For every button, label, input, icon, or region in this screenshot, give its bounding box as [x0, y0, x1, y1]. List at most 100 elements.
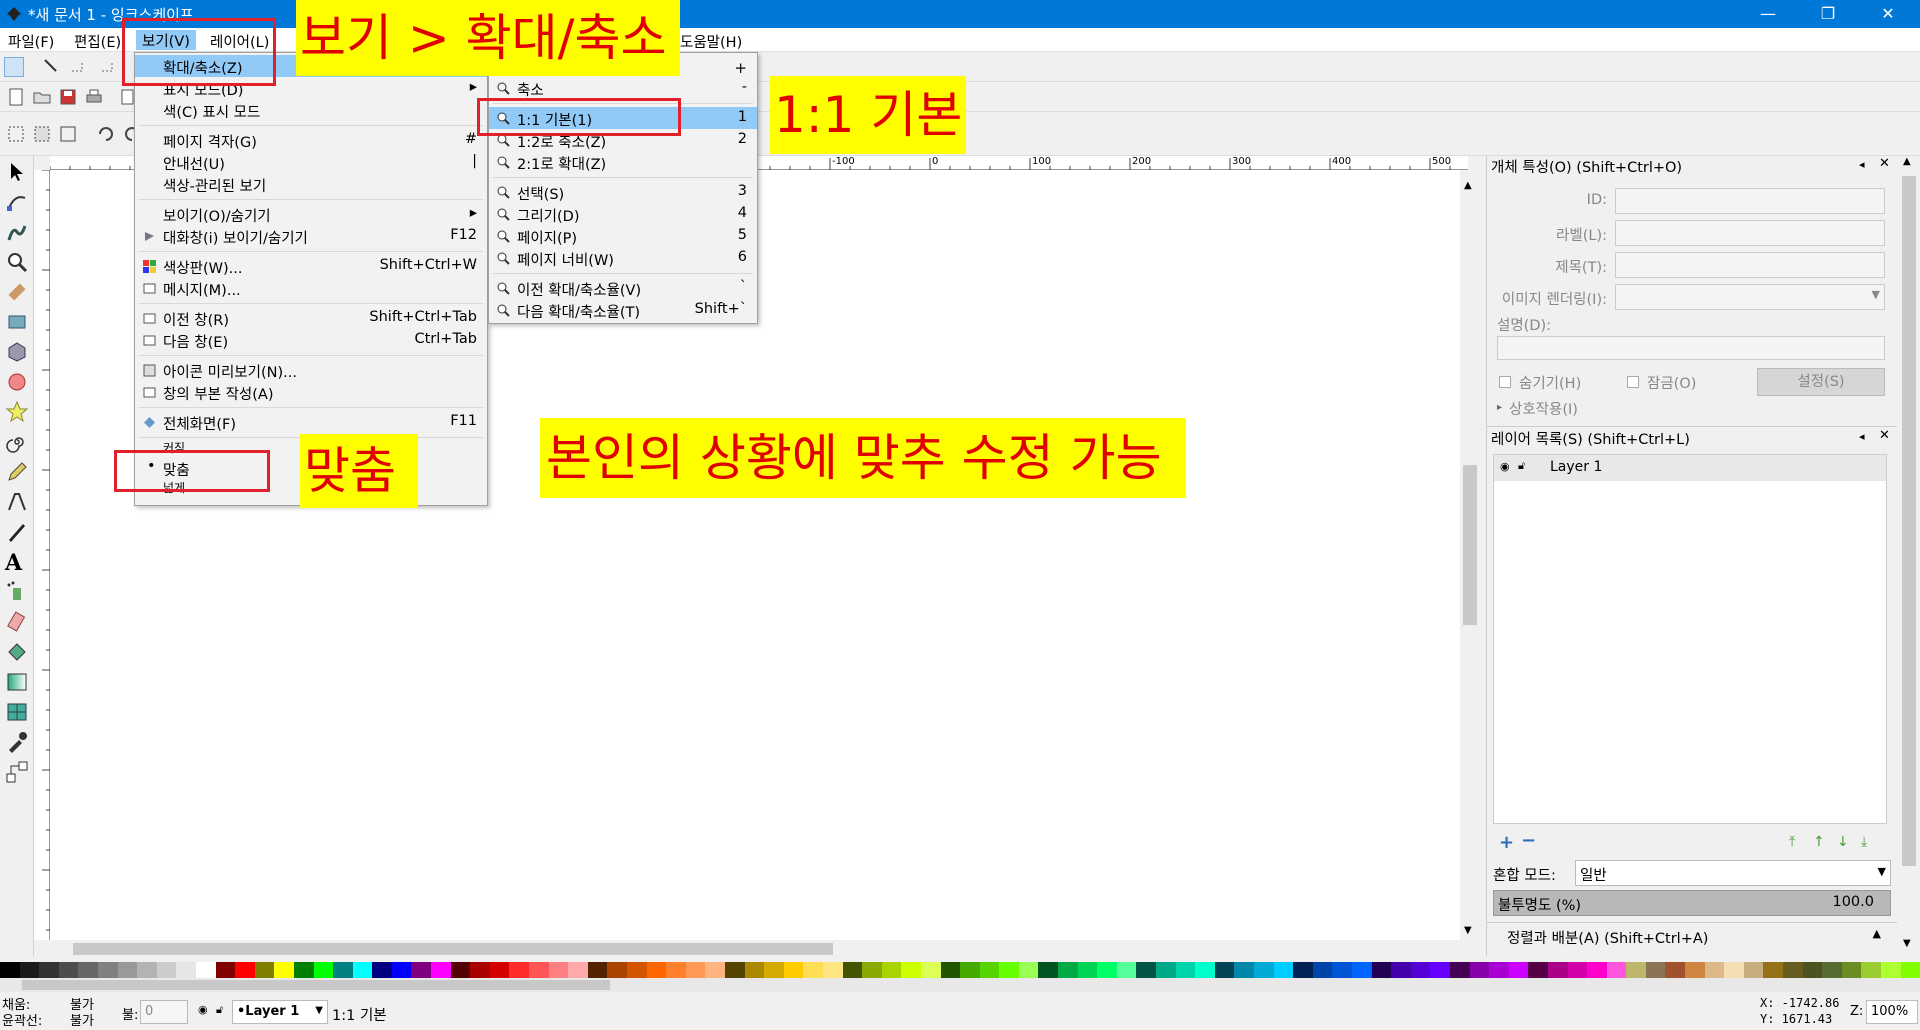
spiral-tool-icon[interactable] [5, 430, 29, 454]
palette-scrollbar[interactable] [0, 978, 1920, 992]
stroke-value[interactable]: 불가 [70, 1010, 94, 1029]
palette-swatch[interactable] [352, 962, 373, 978]
paint-bucket-tool-icon[interactable] [5, 640, 29, 664]
palette-swatch[interactable] [1763, 962, 1784, 978]
palette-swatch[interactable] [862, 962, 882, 978]
palette-swatch[interactable] [215, 962, 236, 978]
palette-swatch[interactable] [1881, 962, 1901, 978]
add-layer-icon[interactable]: + [1499, 832, 1514, 853]
opacity-slider[interactable]: 불투명도 (%) 100.0 [1493, 890, 1891, 916]
opacity-spinbox[interactable]: 0 [140, 1000, 188, 1024]
hide-checkbox[interactable] [1499, 376, 1511, 388]
palette-swatch[interactable] [1489, 962, 1509, 978]
palette-swatch[interactable] [117, 962, 138, 978]
palette-swatch[interactable] [470, 962, 490, 978]
open-folder-icon[interactable] [32, 87, 52, 107]
palette-swatch[interactable] [901, 962, 921, 978]
palette-swatch[interactable] [881, 962, 902, 978]
menu-edit[interactable]: 편집(E) [74, 31, 121, 52]
palette-swatch[interactable] [1391, 962, 1411, 978]
palette-swatch[interactable] [1195, 962, 1215, 978]
snap-corner-icon[interactable] [68, 57, 88, 77]
palette-swatch[interactable] [1293, 962, 1313, 978]
palette-swatch[interactable] [666, 962, 686, 978]
eye-icon[interactable]: ◉ [1500, 460, 1510, 473]
palette-swatch[interactable] [1783, 962, 1803, 978]
snap-bbox-icon[interactable] [42, 57, 62, 77]
menu-item-show-hide[interactable]: 보이기(O)/숨기기 ▸ [135, 203, 487, 225]
menu-file[interactable]: 파일(F) [8, 31, 54, 52]
palette-swatch[interactable] [1214, 962, 1235, 978]
menu-item-guides[interactable]: 안내선(U) | [135, 151, 487, 173]
menu-item-page-grid[interactable]: 페이지 격자(G) # [135, 129, 487, 151]
palette-swatch[interactable] [1822, 962, 1842, 978]
menu-item-previous-window[interactable]: 이전 창(R) Shift+Ctrl+Tab [135, 307, 487, 329]
palette-swatch[interactable] [333, 962, 353, 978]
pencil-tool-icon[interactable] [5, 460, 29, 484]
palette-swatch[interactable] [1508, 962, 1529, 978]
snap-toggle-icon[interactable] [4, 57, 24, 77]
palette-swatch[interactable] [391, 962, 412, 978]
palette-swatch[interactable] [39, 962, 59, 978]
palette-swatch[interactable] [1704, 962, 1725, 978]
palette-swatch[interactable] [842, 962, 863, 978]
ellipse-tool-icon[interactable] [5, 370, 29, 394]
palette-swatch[interactable] [1136, 962, 1157, 978]
palette-scroll-thumb[interactable] [22, 980, 610, 990]
palette-swatch[interactable] [1665, 962, 1686, 978]
menu-help[interactable]: 도움말(H) [680, 31, 742, 52]
palette-swatch[interactable] [764, 962, 784, 978]
horizontal-scrollbar[interactable] [50, 940, 1460, 958]
snap-midpoint-icon[interactable] [98, 57, 118, 77]
palette-swatch[interactable] [979, 962, 1000, 978]
palette-swatch[interactable] [548, 962, 569, 978]
dropper-tool-icon[interactable] [5, 730, 29, 754]
palette-swatch[interactable] [411, 962, 432, 978]
scroll-up-icon[interactable]: ▲ [1464, 180, 1472, 191]
palette-swatch[interactable] [1861, 962, 1881, 978]
palette-swatch[interactable] [1156, 962, 1176, 978]
palette-swatch[interactable] [1058, 962, 1078, 978]
panel-close-icon[interactable]: ✕ [1879, 428, 1890, 443]
palette-swatch[interactable] [1273, 962, 1294, 978]
menu-item-zoom-selection[interactable]: 선택(S) 3 [489, 181, 757, 203]
palette-swatch[interactable] [1626, 962, 1646, 978]
expander-icon[interactable]: ▸ [1497, 402, 1502, 413]
palette-swatch[interactable] [1528, 962, 1548, 978]
palette-swatch[interactable] [78, 962, 98, 978]
dock-scroll-thumb[interactable] [1902, 176, 1916, 866]
selector-tool-icon[interactable] [5, 160, 29, 184]
panel-iconify-icon[interactable]: ◂ [1859, 430, 1865, 443]
palette-swatch[interactable] [1645, 962, 1666, 978]
menu-item-zoom-page-width[interactable]: 페이지 너비(W) 6 [489, 247, 757, 269]
text-tool-icon[interactable]: A [5, 550, 29, 576]
menu-item-swatches[interactable]: 색상판(W)... Shift+Ctrl+W [135, 255, 487, 277]
save-icon[interactable] [58, 87, 78, 107]
zoom-field[interactable]: 100% [1866, 1000, 1918, 1024]
id-field[interactable] [1615, 188, 1885, 214]
select-all-layers-icon[interactable] [32, 124, 52, 144]
palette-swatch[interactable] [705, 962, 725, 978]
palette-swatch[interactable] [137, 962, 157, 978]
palette-swatch[interactable] [1567, 962, 1588, 978]
menu-item-fullscreen[interactable]: 전체화면(F) F11 [135, 411, 487, 433]
zoom-tool-icon[interactable] [5, 250, 29, 274]
current-layer-select[interactable]: •Layer 1 ▼ [232, 1000, 328, 1024]
mesh-tool-icon[interactable] [5, 700, 29, 724]
palette-swatch[interactable] [1606, 962, 1627, 978]
palette-swatch[interactable] [1430, 962, 1450, 978]
vertical-scrollbar[interactable]: ▲ ▼ [1460, 170, 1480, 940]
zoom-in-plus[interactable]: + [734, 59, 747, 77]
rectangle-tool-icon[interactable] [5, 310, 29, 334]
calligraphy-tool-icon[interactable] [5, 520, 29, 544]
palette-swatch[interactable] [940, 962, 961, 978]
palette-swatch[interactable] [1724, 962, 1744, 978]
3d-box-tool-icon[interactable] [5, 340, 29, 364]
scroll-down-icon[interactable]: ▼ [1903, 938, 1911, 949]
menu-item-icon-preview[interactable]: 아이콘 미리보기(N)... [135, 359, 487, 381]
eraser-tool-icon[interactable] [5, 610, 29, 634]
vertical-scroll-thumb[interactable] [1463, 465, 1477, 625]
new-document-icon[interactable] [6, 87, 26, 107]
panel-close-icon[interactable]: ✕ [1879, 156, 1890, 171]
palette-swatch[interactable] [293, 962, 314, 978]
